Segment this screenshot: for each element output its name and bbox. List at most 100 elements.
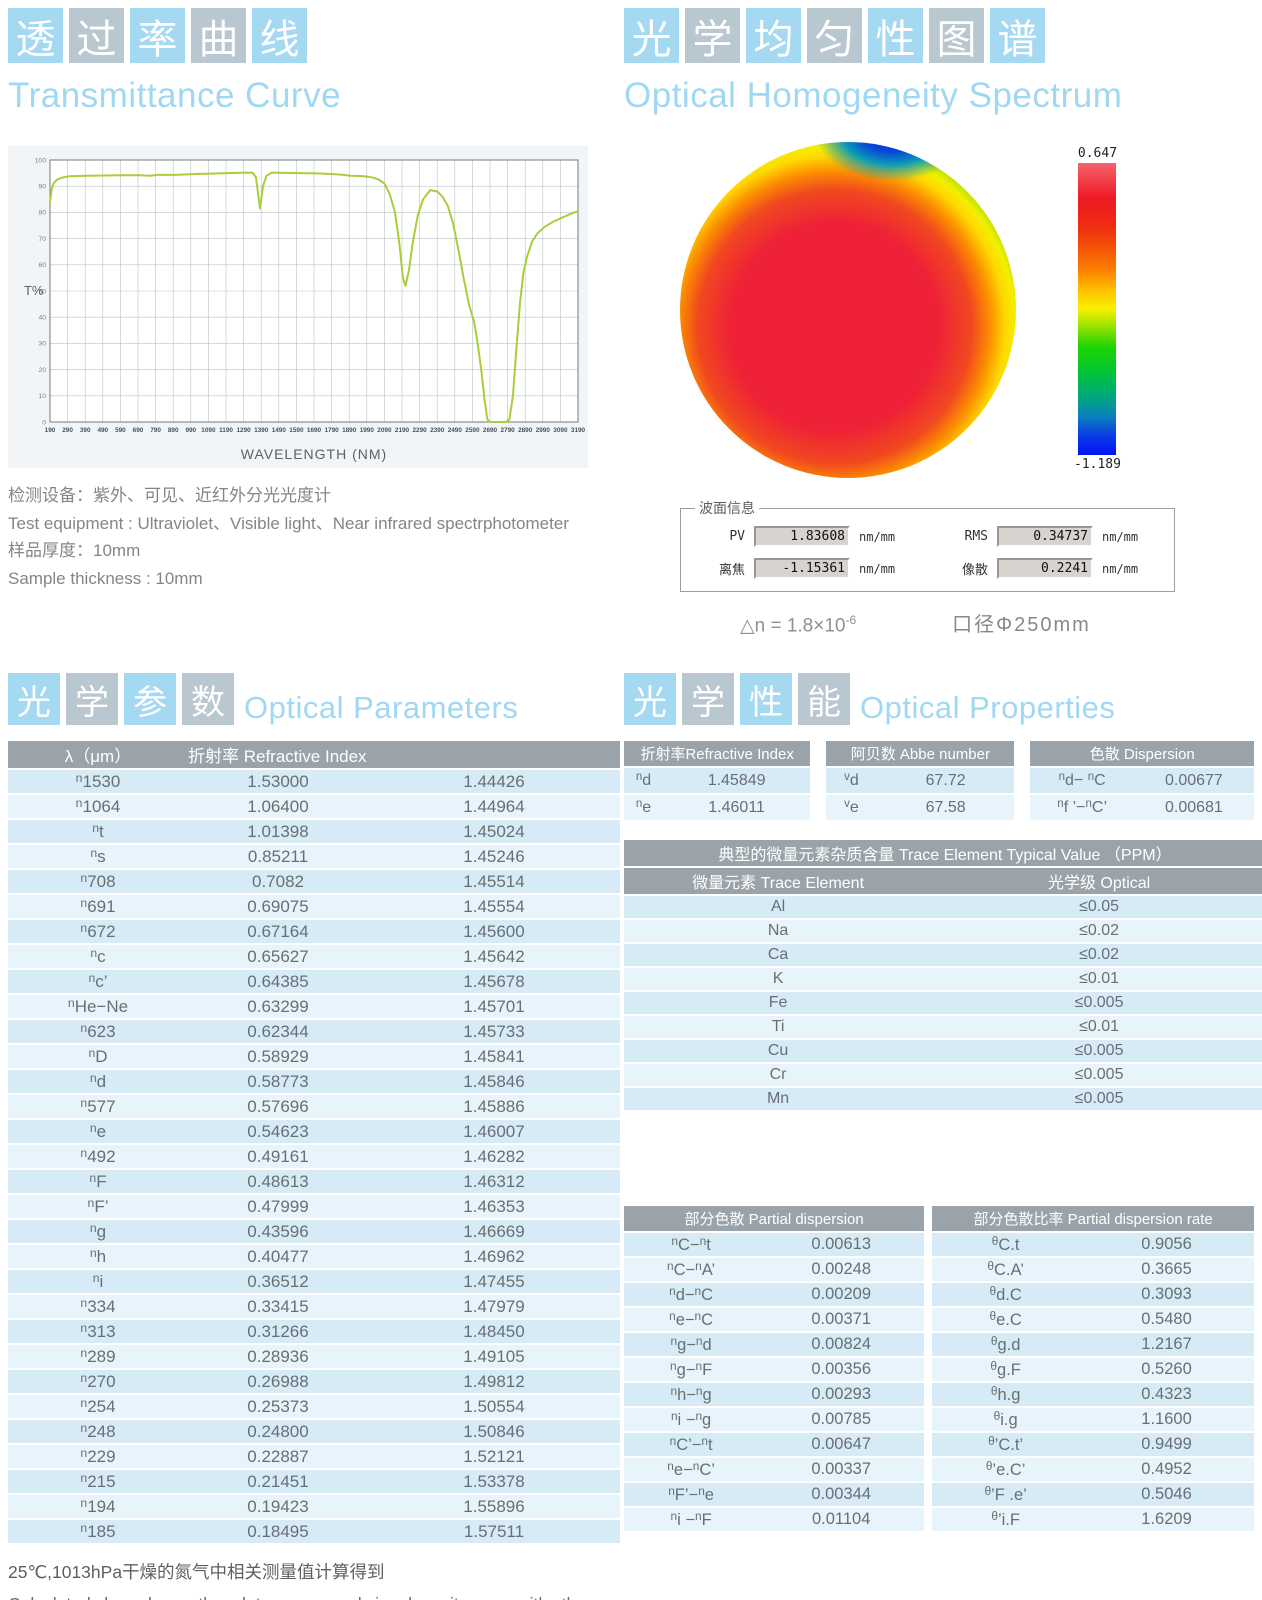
delta-n-line: △n = 1.8×10-6 口径Φ250mm	[740, 608, 1254, 637]
wavefront-field-unit: nm/mm	[859, 562, 921, 576]
header-char-box: 学	[66, 673, 118, 725]
table-row: n3340.334151.47979	[8, 1295, 620, 1318]
x-axis-label: WAVELENGTH (NM)	[241, 446, 387, 462]
trace-limit: ≤0.01	[932, 1016, 1262, 1038]
table-row: n1850.184951.57511	[8, 1520, 620, 1543]
trace-limit: ≤0.05	[932, 896, 1262, 918]
transmittance-chart: 1902903904905906907908909901090119012901…	[8, 146, 588, 468]
wavefront-legend: 波面信息	[695, 498, 759, 518]
wavelength-value: 0.49161	[188, 1145, 368, 1168]
wavelength-label: nF	[8, 1170, 188, 1193]
x-tick-label: 1390	[254, 427, 269, 434]
table-row: K≤0.01	[624, 968, 1262, 990]
x-tick-label: 1190	[219, 427, 233, 434]
symbol-label: nd−nC	[624, 1283, 758, 1306]
wavelength-label: n577	[8, 1095, 188, 1118]
homogeneity-header: 光学均匀性图谱 Optical Homogeneity Spectrum	[624, 8, 1254, 116]
table-row: ne1.46011	[624, 795, 810, 820]
subscript-prefix: n	[670, 1384, 677, 1398]
abbe-number-table: 阿贝数 Abbe numbervd67.72ve67.58	[826, 739, 1014, 822]
wavelength-label: ne	[8, 1120, 188, 1143]
subscript-prefix: n	[670, 1434, 677, 1448]
subscript-prefix: θ	[986, 1459, 993, 1473]
x-tick-label: 1590	[289, 427, 304, 434]
table-row: ng−nd0.00824	[624, 1333, 924, 1356]
top-section: 透过率曲线 Transmittance Curve 19029039049059…	[0, 0, 1262, 637]
subscript-prefix: θ	[989, 1284, 996, 1298]
refractive-index-value: 1.49812	[368, 1370, 620, 1393]
subscript-prefix: n	[88, 1046, 95, 1060]
subscript-prefix: n	[695, 1259, 702, 1273]
table-row: ne−nC0.00371	[624, 1308, 924, 1331]
trace-limit: ≤0.005	[932, 1064, 1262, 1086]
subscript-prefix: n	[93, 1271, 100, 1285]
subscript-prefix: n	[80, 896, 87, 910]
colorbar-scale: 0.647 -1.189	[1074, 146, 1121, 488]
table-row: nD0.589291.45841	[8, 1045, 620, 1068]
wavefront-field-value: 0.34737	[997, 526, 1093, 547]
refractive-index-value: 1.48450	[368, 1320, 620, 1343]
table-row: Ca≤0.02	[624, 944, 1262, 966]
wavelength-value: 0.47999	[188, 1195, 368, 1218]
symbol-label: ve	[826, 795, 876, 820]
symbol-label: ng−nF	[624, 1358, 758, 1381]
table-row: ng0.435961.46669	[8, 1220, 620, 1243]
table-row: n2890.289361.49105	[8, 1345, 620, 1368]
wavelength-label: n492	[8, 1145, 188, 1168]
trace-element: Al	[624, 896, 932, 918]
header-char-box: 过	[69, 8, 124, 63]
value: 67.58	[877, 795, 1015, 820]
subscript-prefix: n	[80, 1321, 87, 1335]
table-row: Ti≤0.01	[624, 1016, 1262, 1038]
refractive-index-column-header: 折射率 Refractive Index	[188, 741, 620, 768]
wavelength-label: n623	[8, 1020, 188, 1043]
subscript-prefix: θ	[988, 1434, 995, 1448]
wavelength-value: 0.62344	[188, 1020, 368, 1043]
subscript-prefix: n	[696, 1334, 703, 1348]
wavelength-label: n691	[8, 895, 188, 918]
subscript-prefix: n	[80, 1371, 87, 1385]
wavelength-value: 0.24800	[188, 1420, 368, 1443]
x-tick-label: 2090	[377, 427, 392, 434]
table-row: θC.t0.9056	[932, 1233, 1254, 1256]
value: 0.9499	[1079, 1433, 1254, 1456]
value: 0.00248	[758, 1258, 924, 1281]
symbol-label: θg.d	[932, 1333, 1079, 1356]
value: 0.00785	[758, 1408, 924, 1431]
value: 1.46011	[663, 795, 810, 820]
table-row: n2540.253731.50554	[8, 1395, 620, 1418]
value: 0.3093	[1079, 1283, 1254, 1306]
subscript-prefix: n	[92, 821, 99, 835]
colorbar	[1078, 163, 1116, 455]
x-tick-label: 490	[97, 427, 108, 434]
value: 1.45849	[663, 768, 810, 793]
tables-section: 光学参数 Optical Parameters λ（μm） 折射率 Refrac…	[0, 661, 1262, 1600]
homogeneity-title: Optical Homogeneity Spectrum	[624, 76, 1254, 116]
header-char-box: 匀	[807, 8, 862, 63]
properties-column: 光学性能 Optical Properties 折射率Refractive In…	[612, 661, 1254, 1600]
table-row: nc0.656271.45642	[8, 945, 620, 968]
table-row: Na≤0.02	[624, 920, 1262, 942]
trace-element: Fe	[624, 992, 932, 1014]
trace-element-table: 典型的微量元素杂质含量 Trace Element Typical Value …	[624, 838, 1262, 1112]
trace-limit: ≤0.005	[932, 1040, 1262, 1062]
properties-title: Optical Properties	[860, 692, 1115, 725]
table-row: ne−nC’0.00337	[624, 1458, 924, 1481]
table-row: nd− nC0.00677	[1030, 768, 1254, 793]
y-tick-label: 10	[38, 393, 46, 400]
subscript-prefix: n	[80, 1021, 87, 1035]
symbol-label: nd− nC	[1030, 768, 1133, 793]
wavelength-value: 0.31266	[188, 1320, 368, 1343]
x-tick-label: 3190	[571, 427, 586, 434]
subscript-prefix: n	[695, 1309, 702, 1323]
refractive-index-value: 1.57511	[368, 1520, 620, 1543]
wavelength-value: 0.21451	[188, 1470, 368, 1493]
header-char-box: 参	[124, 673, 176, 725]
table-row: θg.d1.2167	[932, 1333, 1254, 1356]
subscript-prefix: v	[844, 798, 850, 810]
wavelength-value: 0.69075	[188, 895, 368, 918]
value: 0.3665	[1079, 1258, 1254, 1281]
wavelength-label: nD	[8, 1045, 188, 1068]
refractive-index-value: 1.46007	[368, 1120, 620, 1143]
table-row: θ’F .e’0.5046	[932, 1483, 1254, 1506]
